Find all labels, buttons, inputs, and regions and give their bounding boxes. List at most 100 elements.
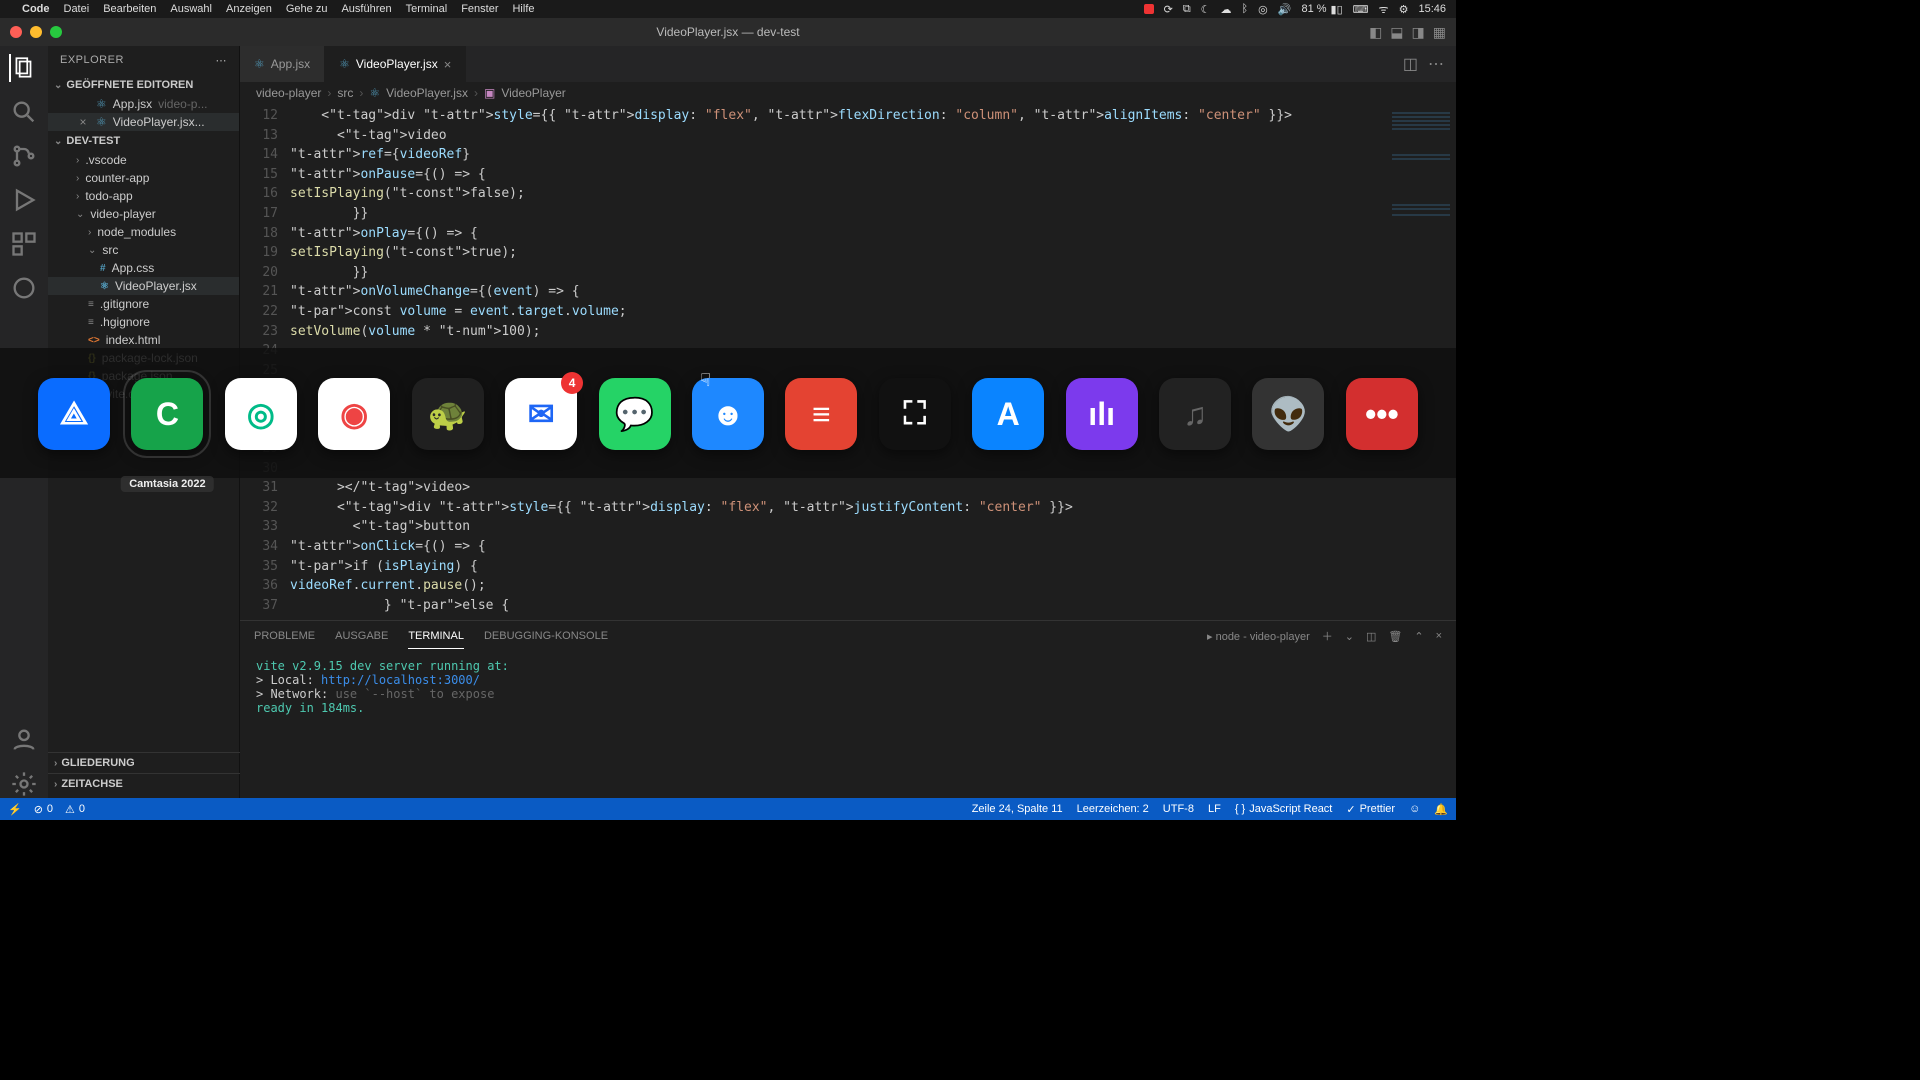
editor-more-icon[interactable]: ⋯ [1428, 54, 1444, 74]
status-wifi-icon[interactable]: ᯤ [1379, 2, 1389, 17]
layout-left-icon[interactable]: ◧ [1369, 24, 1382, 41]
close-panel-icon[interactable]: × [1436, 630, 1442, 642]
dock-todoist-icon[interactable]: ≡ [785, 378, 857, 450]
dock-appstore-icon[interactable]: A [972, 378, 1044, 450]
panel-tab-terminal[interactable]: TERMINAL [408, 624, 464, 649]
status-keyboard-icon[interactable]: ⌨ [1353, 3, 1369, 16]
dock-thunderbird-icon[interactable]: ✉4 [505, 378, 577, 450]
menu-hilfe[interactable]: Hilfe [512, 3, 534, 15]
open-editor-videoplayer[interactable]: × ⚛ VideoPlayer.jsx... [48, 113, 239, 131]
layout-grid-icon[interactable]: ▦ [1433, 24, 1446, 41]
panel-tab-ausgabe[interactable]: AUSGABE [335, 624, 388, 648]
tree-item--gitignore[interactable]: ≡.gitignore [48, 295, 239, 313]
menu-fenster[interactable]: Fenster [461, 3, 498, 15]
menu-gehezu[interactable]: Gehe zu [286, 3, 328, 15]
status-recording-icon[interactable] [1144, 4, 1154, 14]
status-battery[interactable]: 81 % ▮▯ [1301, 3, 1342, 16]
status-errors[interactable]: ⊘ 0 [34, 803, 53, 816]
minimize-window-button[interactable] [30, 26, 42, 38]
tree-item-app-css[interactable]: #App.css [48, 259, 239, 277]
tree-item-node-modules[interactable]: ›node_modules [48, 223, 239, 241]
tree-item-todo-app[interactable]: ›todo-app [48, 187, 239, 205]
breadcrumb[interactable]: video-player› src› ⚛VideoPlayer.jsx› ▣Vi… [240, 82, 1456, 104]
status-eol[interactable]: LF [1208, 803, 1221, 815]
tree-item-videoplayer-jsx[interactable]: ⚛VideoPlayer.jsx [48, 277, 239, 295]
dock-camtasia-icon[interactable]: CCamtasia 2022 [131, 378, 203, 450]
menubar-app-name[interactable]: Code [22, 3, 50, 15]
activity-search-icon[interactable] [10, 98, 38, 126]
project-section[interactable]: ⌄DEV-TEST [48, 131, 239, 151]
section-gliederung[interactable]: ›GLIEDERUNG [48, 752, 240, 773]
dock-audio-icon[interactable]: ılı [1066, 378, 1138, 450]
status-feedback-icon[interactable]: ☺ [1409, 803, 1420, 815]
dock-whatsapp-icon[interactable]: 💬 [599, 378, 671, 450]
split-terminal-icon[interactable]: ◫ [1366, 630, 1376, 643]
activity-extensions-icon[interactable] [10, 230, 38, 258]
status-encoding[interactable]: UTF-8 [1163, 803, 1194, 815]
tree-item-index-html[interactable]: <>index.html [48, 331, 239, 349]
status-dnd-icon[interactable]: ☾ [1201, 3, 1211, 16]
status-language[interactable]: { } JavaScript React [1235, 803, 1333, 815]
dock-reddit-icon[interactable]: 👽 [1252, 378, 1324, 450]
split-editor-icon[interactable]: ◫ [1403, 54, 1418, 74]
activity-run-debug-icon[interactable] [10, 186, 38, 214]
menu-datei[interactable]: Datei [64, 3, 90, 15]
open-editors-section[interactable]: ⌄GEÖFFNETE EDITOREN [48, 75, 239, 95]
menu-auswahl[interactable]: Auswahl [170, 3, 212, 15]
section-zeitachse[interactable]: ›ZEITACHSE [48, 773, 240, 794]
status-airdrop-icon[interactable]: ◎ [1258, 3, 1268, 16]
dock-sourcetree-icon[interactable]: 🐢 [412, 378, 484, 450]
tree-item-video-player[interactable]: ⌄video-player [48, 205, 239, 223]
dock-music-icon[interactable]: ♫ [1159, 378, 1231, 450]
dock-screenshot-icon[interactable]: ⛶ [879, 378, 951, 450]
tab-videoplayer[interactable]: ⚛VideoPlayer.jsx × [325, 46, 466, 82]
dock-edge-icon[interactable]: ◎ [225, 378, 297, 450]
activity-accounts-icon[interactable] [10, 726, 38, 754]
tree-item--vscode[interactable]: ›.vscode [48, 151, 239, 169]
close-window-button[interactable] [10, 26, 22, 38]
terminal-shell-label[interactable]: ▸ node - video-player [1207, 630, 1310, 643]
menu-ausfuehren[interactable]: Ausführen [341, 3, 391, 15]
close-icon[interactable]: × [76, 115, 90, 129]
panel-tab-debug[interactable]: DEBUGGING-KONSOLE [484, 624, 608, 648]
layout-bottom-icon[interactable]: ⬓ [1390, 24, 1403, 41]
panel-tab-probleme[interactable]: PROBLEME [254, 624, 315, 648]
activity-source-control-icon[interactable] [10, 142, 38, 170]
kill-terminal-icon[interactable]: 🗑 [1388, 630, 1402, 643]
open-editor-appjsx[interactable]: ⚛ App.jsx video-p... [48, 95, 239, 113]
status-dropbox-icon[interactable]: ⧉ [1183, 3, 1191, 16]
status-cursor-pos[interactable]: Zeile 24, Spalte 11 [972, 803, 1063, 815]
menu-terminal[interactable]: Terminal [406, 3, 448, 15]
dock-more-icon[interactable]: ••• [1346, 378, 1418, 450]
layout-right-icon[interactable]: ◨ [1412, 24, 1425, 41]
tree-item--hgignore[interactable]: ≡.hgignore [48, 313, 239, 331]
menu-bearbeiten[interactable]: Bearbeiten [103, 3, 156, 15]
tree-item-counter-app[interactable]: ›counter-app [48, 169, 239, 187]
status-warnings[interactable]: ⚠ 0 [65, 803, 85, 816]
new-terminal-icon[interactable]: ＋ [1322, 628, 1333, 644]
dock-chrome-icon[interactable]: ◉ [318, 378, 390, 450]
tab-appjsx[interactable]: ⚛App.jsx [240, 46, 325, 82]
explorer-more-icon[interactable]: ⋯ [216, 54, 228, 67]
status-bluetooth-icon[interactable]: ᛒ [1242, 3, 1249, 15]
dock-vscode-icon[interactable]: ⟁ [38, 378, 110, 450]
zoom-window-button[interactable] [50, 26, 62, 38]
menu-anzeigen[interactable]: Anzeigen [226, 3, 272, 15]
status-prettier[interactable]: ✓ Prettier [1346, 803, 1395, 816]
maximize-panel-icon[interactable]: ⌃ [1414, 630, 1423, 643]
activity-settings-icon[interactable] [10, 770, 38, 798]
activity-remote-icon[interactable] [10, 274, 38, 302]
status-control-center-icon[interactable]: ⚙ [1399, 3, 1409, 16]
status-sync-icon[interactable]: ⟳ [1164, 3, 1173, 16]
close-tab-icon[interactable]: × [444, 57, 452, 72]
activity-explorer-icon[interactable] [9, 54, 37, 82]
status-volume-icon[interactable]: 🔊 [1278, 3, 1292, 16]
status-indent[interactable]: Leerzeichen: 2 [1077, 803, 1149, 815]
terminal-dropdown-icon[interactable]: ⌄ [1345, 630, 1354, 643]
status-bell-icon[interactable]: 🔔 [1434, 803, 1448, 816]
status-remote-icon[interactable]: ⚡ [8, 803, 22, 816]
status-clock[interactable]: 15:46 [1418, 3, 1446, 15]
tree-item-src[interactable]: ⌄src [48, 241, 239, 259]
terminal-output[interactable]: vite v2.9.15 dev server running at:> Loc… [240, 651, 1456, 798]
status-cloud-icon[interactable]: ☁ [1221, 3, 1232, 16]
